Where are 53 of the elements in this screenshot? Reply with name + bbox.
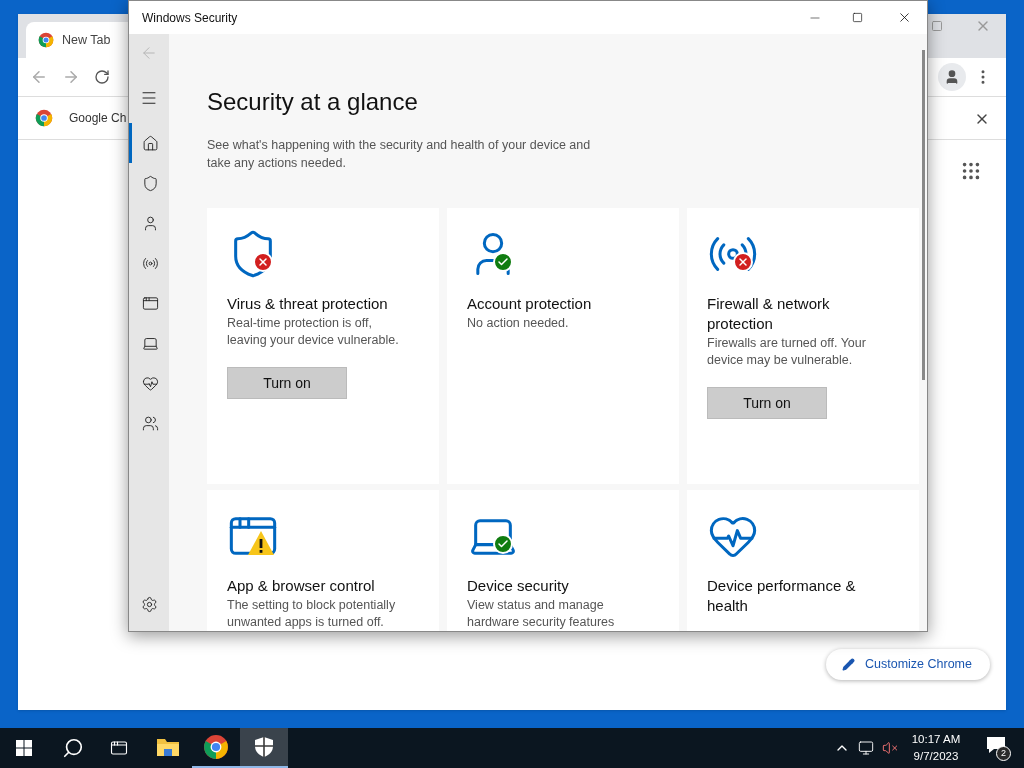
- card-title: Firewall & network protection: [707, 294, 831, 334]
- person-icon: [142, 214, 159, 232]
- page-title: Security at a glance: [207, 87, 419, 117]
- family-icon: [142, 414, 159, 432]
- browser-tab[interactable]: New Tab: [26, 22, 128, 58]
- clock[interactable]: 10:17 AM 9/7/2023: [908, 731, 964, 765]
- status-card[interactable]: Virus & threat protection Real-time protection is off, leaving your device vulnerable. Turn on: [207, 208, 439, 484]
- search-icon[interactable]: [62, 737, 84, 759]
- folder-icon: [156, 737, 180, 757]
- card-description: Real-time protection is off, leaving your device vulnerable.: [227, 315, 400, 349]
- status-card[interactable]: Device performance & health: [687, 490, 919, 631]
- shield-icon: [142, 174, 159, 192]
- card-title: Account protection: [467, 294, 593, 314]
- start-icon[interactable]: [16, 740, 32, 756]
- card-description: The setting to block potentially unwanted apps is turned off.: [227, 597, 397, 631]
- status-card[interactable]: App & browser control The setting to block potentially unwanted apps is turned off.: [207, 490, 439, 631]
- window-icon: [142, 294, 159, 312]
- turn-on-button[interactable]: Turn on: [227, 367, 347, 399]
- turn-on-button[interactable]: Turn on: [707, 387, 827, 419]
- page-subtitle: See what's happening with the security and health of your device and take any actions needed.: [207, 137, 592, 172]
- card-title: App & browser control: [227, 576, 376, 596]
- shield-icon: [254, 736, 274, 758]
- status-card[interactable]: Account protection No action needed.: [447, 208, 679, 484]
- muted-volume-icon[interactable]: [882, 740, 898, 756]
- reload-icon[interactable]: [94, 69, 110, 85]
- heart-icon: [142, 374, 159, 392]
- chrome-icon: [203, 734, 229, 760]
- card-description: View status and manage hardware security features: [467, 597, 616, 631]
- taskbar-app[interactable]: [240, 728, 288, 768]
- home-icon: [142, 134, 159, 152]
- status-card[interactable]: Firewall & network protection Firewalls are turned off. Your device may be vulnerable. Turn on: [687, 208, 919, 484]
- profile-icon[interactable]: [938, 63, 966, 91]
- task-view-icon[interactable]: [110, 739, 128, 757]
- network-icon[interactable]: [858, 740, 874, 756]
- card-title: Device performance & health: [707, 576, 857, 616]
- customize-chrome-button[interactable]: Customize Chrome: [826, 649, 990, 680]
- menu-icon[interactable]: [140, 89, 158, 107]
- close-icon[interactable]: [897, 10, 912, 25]
- pencil-icon: [842, 658, 855, 671]
- chrome-icon: [38, 32, 54, 48]
- card-description: Firewalls are turned off. Your device may be vulnerable.: [707, 335, 867, 369]
- card-description: No action needed.: [467, 315, 570, 332]
- bookmark-label[interactable]: Google Ch: [69, 109, 127, 127]
- card-title: Device security: [467, 576, 570, 596]
- window-title: Windows Security: [142, 9, 239, 27]
- scrollbar[interactable]: [922, 50, 925, 380]
- settings-icon[interactable]: [140, 596, 158, 613]
- maximize-icon[interactable]: [852, 12, 863, 23]
- card-title: Virus & threat protection: [227, 294, 389, 314]
- maximize-icon[interactable]: [931, 20, 943, 32]
- status-card[interactable]: Device security View status and manage hardware security features: [447, 490, 679, 631]
- chrome-icon: [35, 109, 53, 127]
- apps-icon[interactable]: [960, 160, 982, 182]
